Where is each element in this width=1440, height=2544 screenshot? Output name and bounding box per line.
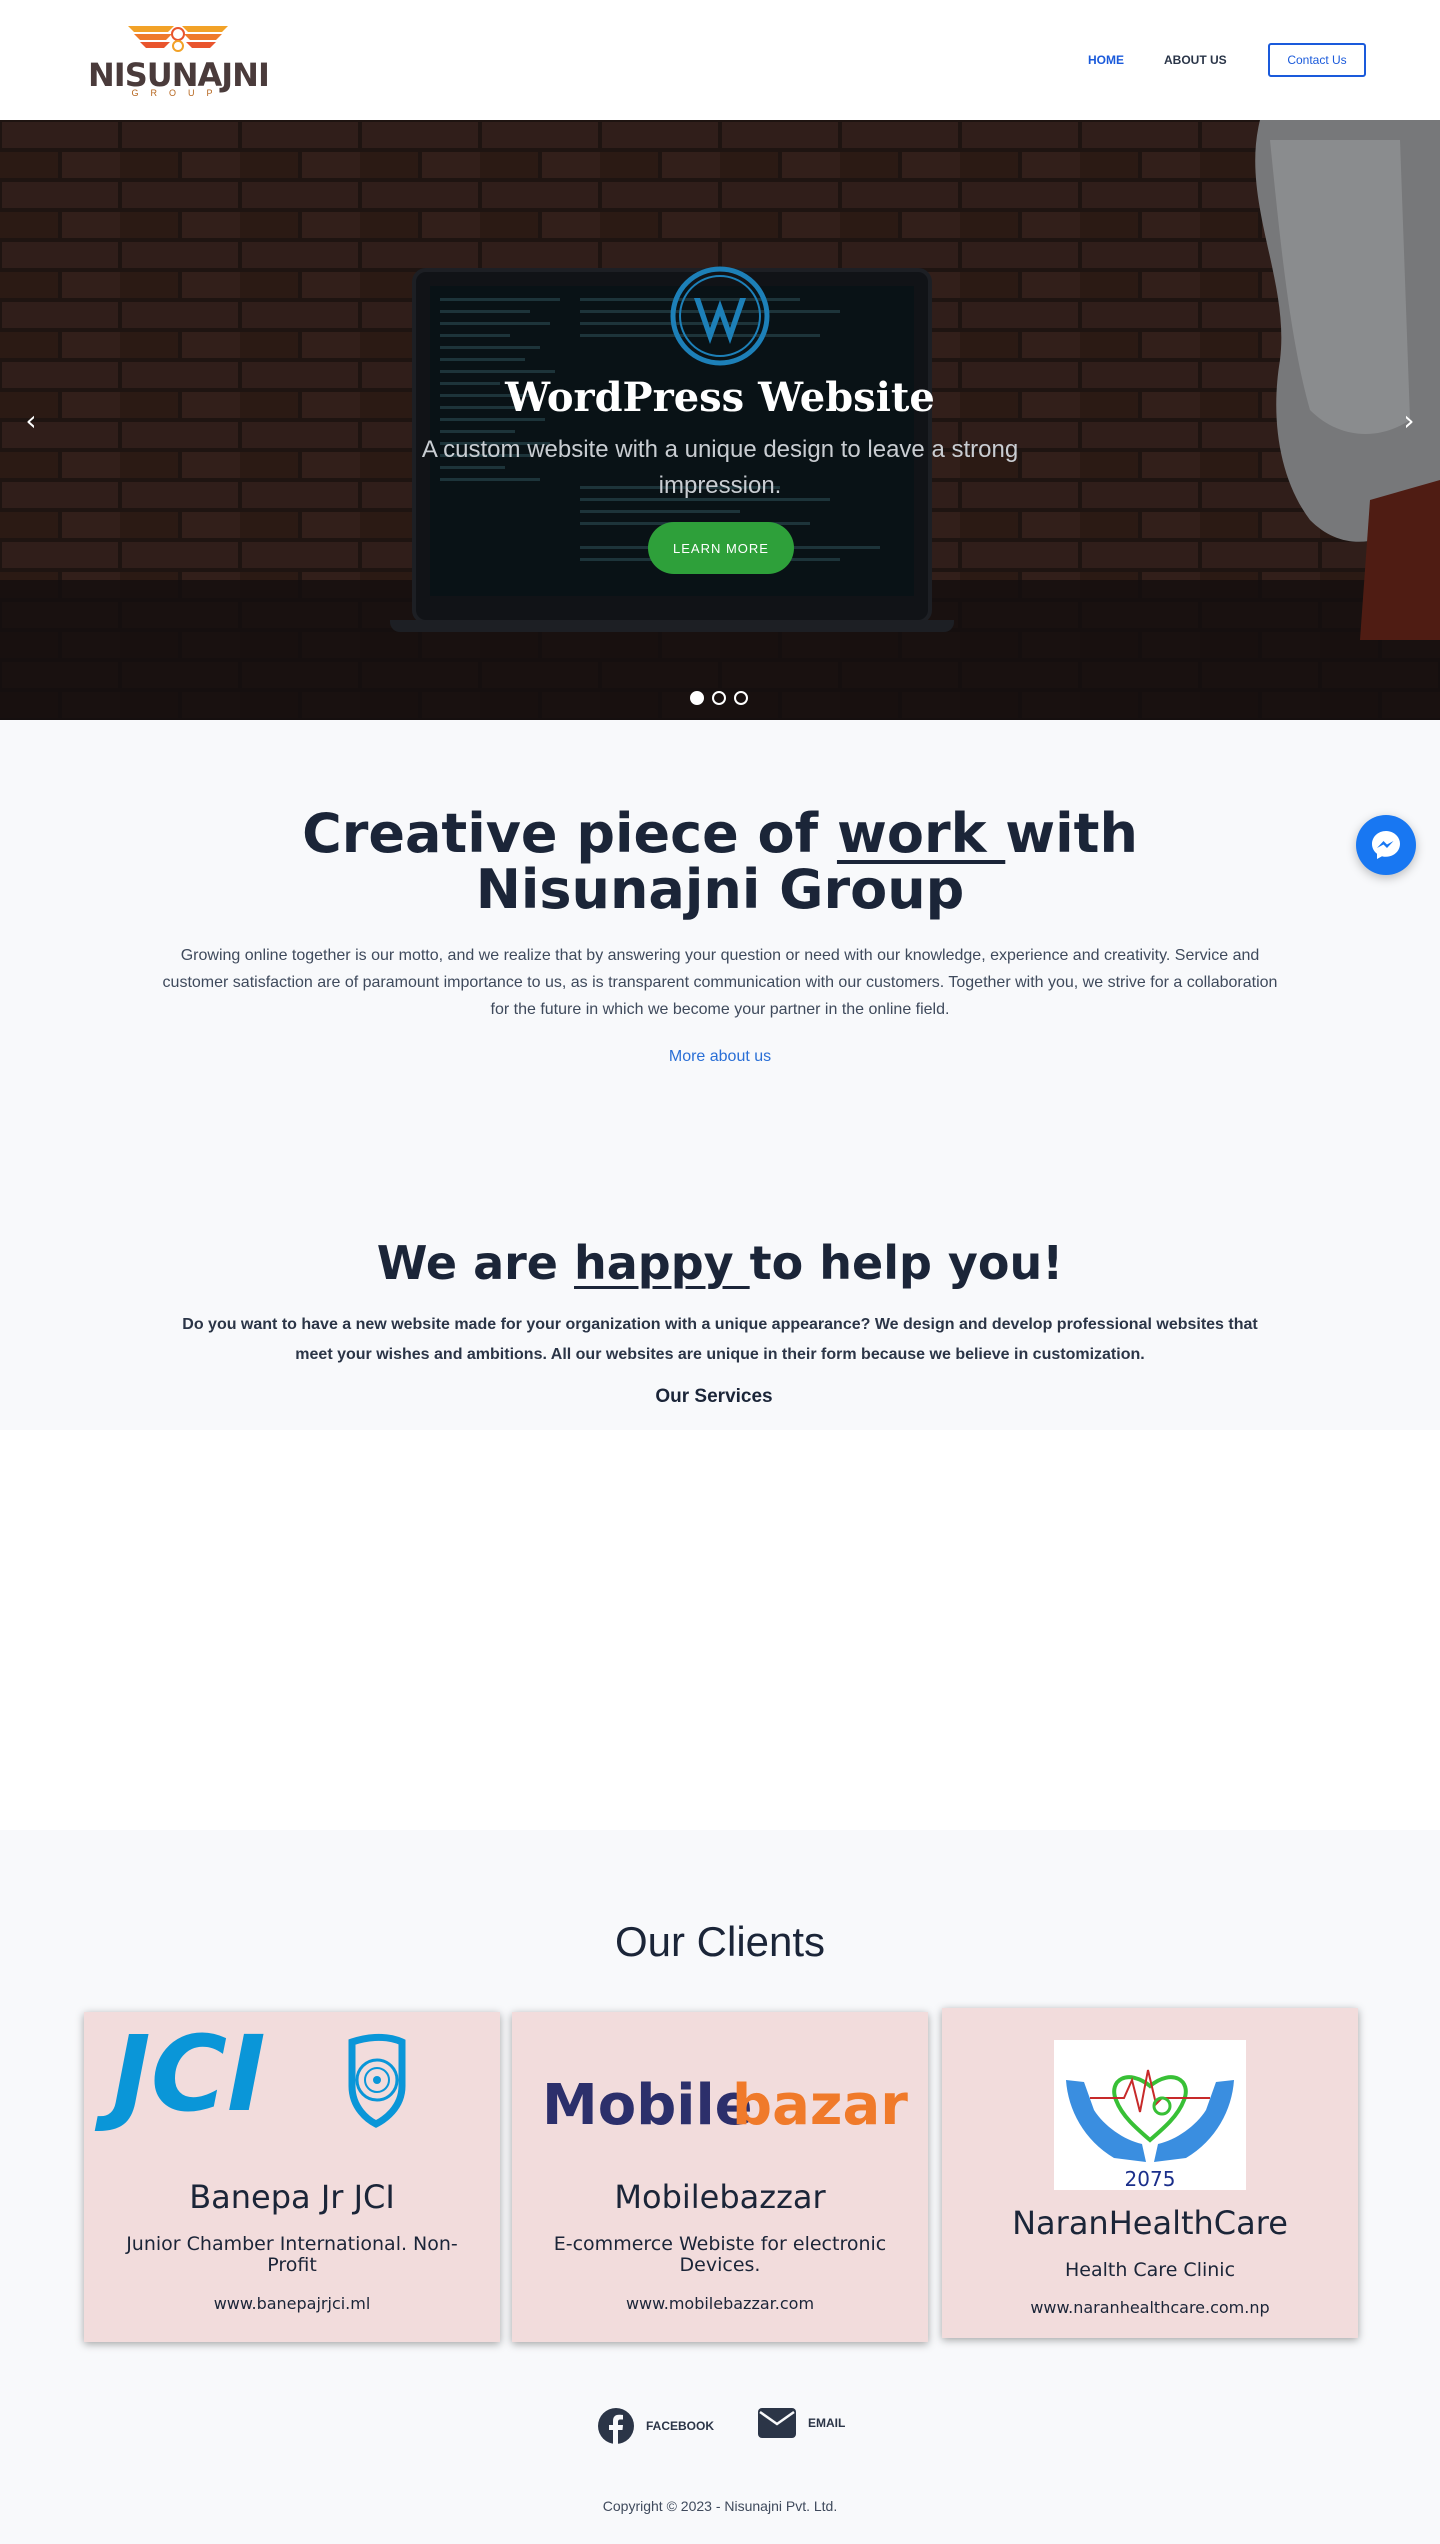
client-name: Mobilebazzar xyxy=(614,2178,826,2216)
slider-dot-1[interactable] xyxy=(690,691,704,705)
happy-heading-underlined: happy xyxy=(574,1236,750,1290)
jci-logo-text: JCI xyxy=(94,2013,266,2132)
client-description: Health Care Clinic xyxy=(1064,2259,1236,2281)
chevron-right-icon[interactable]: › xyxy=(1396,406,1422,436)
messenger-icon xyxy=(1372,831,1400,859)
client-url[interactable]: www.naranhealthcare.com.np xyxy=(942,2298,1358,2317)
learn-more-button[interactable]: LEARN MORE xyxy=(648,522,794,574)
email-label: EMAIL xyxy=(808,2416,846,2430)
facebook-icon xyxy=(598,2408,634,2444)
more-about-us-link[interactable]: More about us xyxy=(0,1048,1440,1066)
client-card-mobilebazzar[interactable]: Mobile bazar Mobilebazzar E-commerce Web… xyxy=(512,2012,928,2342)
clients-heading: Our Clients xyxy=(614,1918,826,1965)
hands-heart-icon: 2075 xyxy=(1066,2069,1234,2191)
nisunajni-logo[interactable]: NISUNAJNI GROUP xyxy=(88,20,270,100)
services-area xyxy=(0,1430,1440,1830)
creative-heading-part1: Creative piece of xyxy=(302,802,837,865)
logo-subtitle: GROUP xyxy=(131,88,225,98)
slider-dot-2[interactable] xyxy=(712,691,726,705)
facebook-link[interactable]: FACEBOOK xyxy=(598,2408,714,2444)
creative-heading: Creative piece of work with Nisunajni Gr… xyxy=(170,806,1270,918)
client-card-jci[interactable]: JCI TM Banepa Jr JCI Junior Chamber Inte… xyxy=(84,2012,500,2342)
nav-home[interactable]: HOME xyxy=(1088,0,1124,120)
mobilebazar-logo-part2: bazar xyxy=(732,2073,908,2132)
creative-heading-underlined: work xyxy=(836,802,1006,865)
hero-subtitle: A custom website with a unique design to… xyxy=(421,436,1019,499)
chevron-left-icon[interactable]: ‹ xyxy=(18,406,44,436)
wordpress-icon xyxy=(670,266,770,366)
client-description: Junior Chamber International. Non-Profit xyxy=(126,2233,458,2276)
happy-heading: We are happy to help you! xyxy=(0,1236,1440,1290)
site-header: NISUNAJNI GROUP HOME ABOUT US Contact Us xyxy=(0,0,1440,120)
happy-heading-part2: to help you! xyxy=(749,1236,1064,1290)
naranhealthcare-logo: 2075 xyxy=(1054,2040,1246,2191)
client-url[interactable]: www.banepajrjci.ml xyxy=(84,2294,500,2313)
logo-wings-icon xyxy=(128,26,228,52)
client-name: NaranHealthCare xyxy=(1012,2204,1288,2242)
facebook-label: FACEBOOK xyxy=(646,2419,715,2433)
jci-logo: JCI TM xyxy=(94,2013,406,2132)
contact-us-button[interactable]: Contact Us xyxy=(1268,43,1366,77)
svg-text:2075: 2075 xyxy=(1125,2167,1176,2190)
services-heading: Our Services xyxy=(655,1386,773,1407)
client-description: E-commerce Webiste for electronic Device… xyxy=(553,2233,887,2276)
mobilebazar-logo: Mobile bazar xyxy=(542,2073,908,2132)
client-name: Banepa Jr JCI xyxy=(189,2178,395,2216)
messenger-chat-button[interactable] xyxy=(1356,815,1416,875)
client-card-naranhealthcare[interactable]: 2075 NaranHealthCare Health Care Clinic … xyxy=(942,2008,1358,2338)
nav-about-us[interactable]: ABOUT US xyxy=(1164,0,1227,120)
email-icon xyxy=(758,2408,796,2438)
mobilebazar-logo-part1: Mobile xyxy=(542,2073,753,2132)
hero-slider: WordPress Website A custom website with … xyxy=(0,120,1440,720)
hero-title: WordPress Website xyxy=(505,374,935,421)
client-url[interactable]: www.mobilebazzar.com xyxy=(512,2294,928,2313)
slider-dots xyxy=(690,691,748,705)
happy-heading-part1: We are xyxy=(376,1236,575,1290)
happy-paragraph: Do you want to have a new website made f… xyxy=(182,1316,1258,1363)
creative-paragraph: Growing online together is our motto, an… xyxy=(162,947,1278,1018)
slider-dot-3[interactable] xyxy=(734,691,748,705)
copyright-text: Copyright © 2023 - Nisunajni Pvt. Ltd. xyxy=(602,2498,838,2514)
email-link[interactable]: EMAIL xyxy=(758,2408,845,2438)
